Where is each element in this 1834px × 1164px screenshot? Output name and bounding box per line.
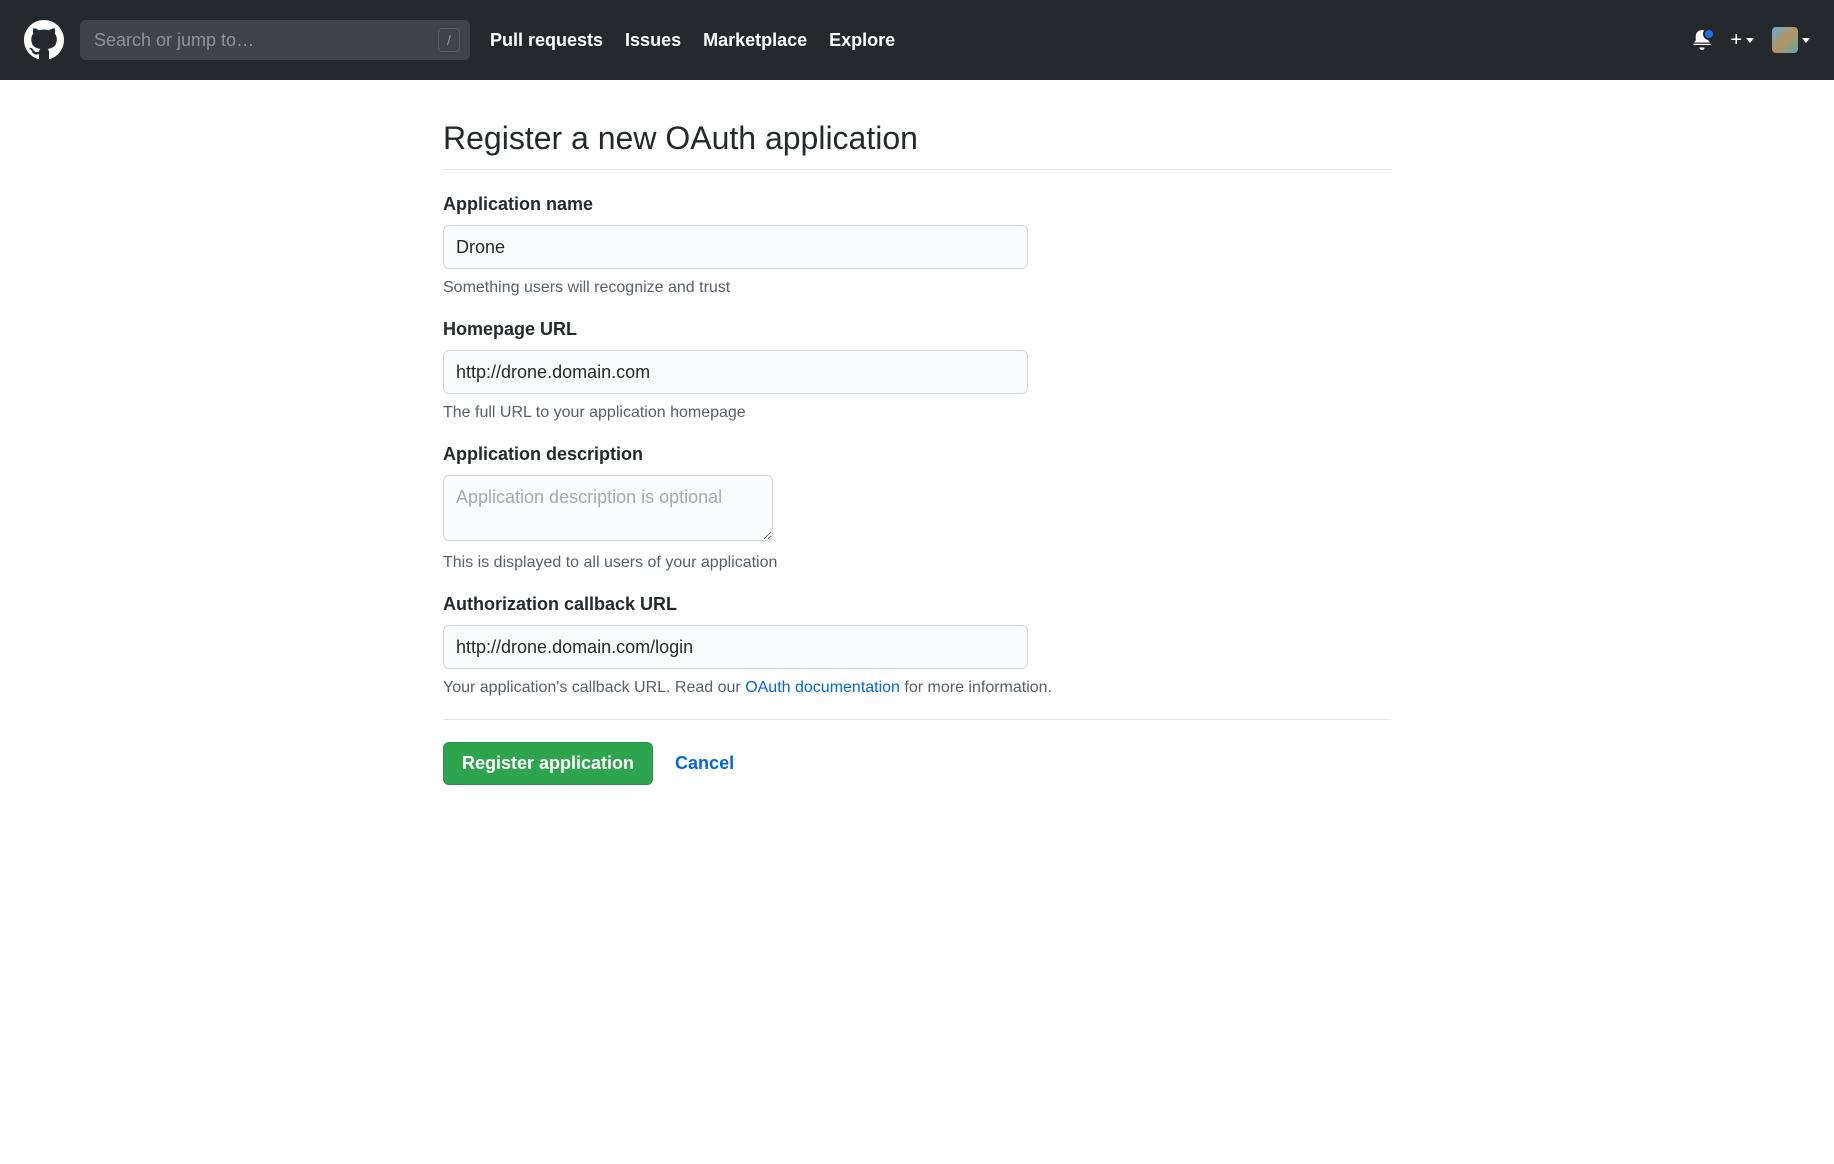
notifications-button[interactable] xyxy=(1692,30,1712,50)
field-callback-url: Authorization callback URL Your applicat… xyxy=(443,594,1391,697)
slash-hotkey-badge: / xyxy=(438,28,460,52)
description-help: This is displayed to all users of your a… xyxy=(443,554,1391,572)
page-title: Register a new OAuth application xyxy=(443,120,1391,170)
nav-issues[interactable]: Issues xyxy=(625,30,681,51)
caret-down-icon xyxy=(1746,38,1754,43)
form-actions: Register application Cancel xyxy=(443,719,1391,785)
app-name-help: Something users will recognize and trust xyxy=(443,279,1391,297)
app-name-label: Application name xyxy=(443,194,1391,215)
description-textarea[interactable] xyxy=(443,475,773,541)
field-app-name: Application name Something users will re… xyxy=(443,194,1391,297)
callback-label: Authorization callback URL xyxy=(443,594,1391,615)
description-label: Application description xyxy=(443,444,1391,465)
header-right: + xyxy=(1692,27,1810,53)
nav-pull-requests[interactable]: Pull requests xyxy=(490,30,603,51)
global-header: / Pull requests Issues Marketplace Explo… xyxy=(0,0,1834,80)
search-input[interactable] xyxy=(80,20,470,60)
register-button[interactable]: Register application xyxy=(443,742,653,785)
homepage-help: The full URL to your application homepag… xyxy=(443,404,1391,422)
plus-icon: + xyxy=(1730,29,1742,52)
callback-help: Your application's callback URL. Read ou… xyxy=(443,679,1391,697)
github-logo[interactable] xyxy=(24,20,64,60)
notification-indicator xyxy=(1703,28,1715,40)
homepage-label: Homepage URL xyxy=(443,319,1391,340)
search-wrap: / xyxy=(80,20,470,60)
main-content: Register a new OAuth application Applica… xyxy=(427,80,1407,825)
homepage-input[interactable] xyxy=(443,350,1028,394)
nav-explore[interactable]: Explore xyxy=(829,30,895,51)
cancel-link[interactable]: Cancel xyxy=(675,753,734,774)
nav-marketplace[interactable]: Marketplace xyxy=(703,30,807,51)
callback-help-post: for more information. xyxy=(900,679,1052,696)
avatar xyxy=(1772,27,1798,53)
field-homepage-url: Homepage URL The full URL to your applic… xyxy=(443,319,1391,422)
create-menu[interactable]: + xyxy=(1730,29,1754,52)
primary-nav: Pull requests Issues Marketplace Explore xyxy=(490,30,895,51)
user-menu[interactable] xyxy=(1772,27,1810,53)
caret-down-icon xyxy=(1802,38,1810,43)
oauth-docs-link[interactable]: OAuth documentation xyxy=(745,679,900,696)
app-name-input[interactable] xyxy=(443,225,1028,269)
callback-help-pre: Your application's callback URL. Read ou… xyxy=(443,679,745,696)
callback-input[interactable] xyxy=(443,625,1028,669)
field-description: Application description This is displaye… xyxy=(443,444,1391,572)
